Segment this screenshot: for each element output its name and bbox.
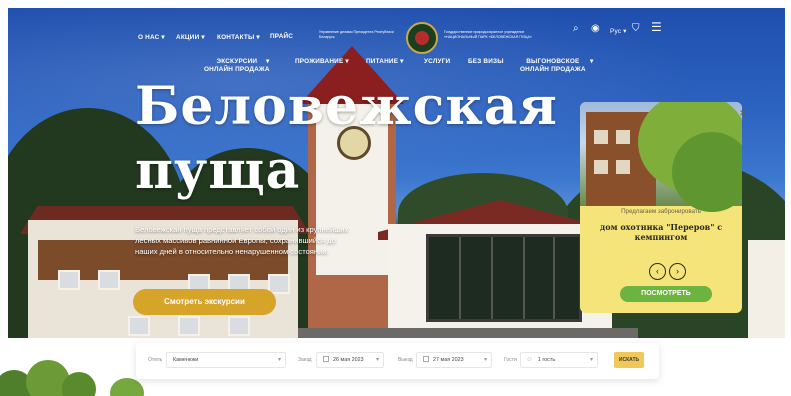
promo-image	[580, 102, 742, 212]
tree	[672, 132, 742, 212]
search-button[interactable]: ИСКАТЬ	[614, 352, 644, 368]
nav-item-price[interactable]: ПРАЙС	[270, 33, 293, 40]
park-org-text: Государственное природоохранное учрежден…	[444, 30, 532, 39]
nav-item-promotions[interactable]: АКЦИИ ▾	[176, 33, 205, 41]
foliage-decoration	[62, 372, 96, 396]
nav-main-visa-free[interactable]: БЕЗ ВИЗЫ	[468, 58, 504, 66]
nav-main-food[interactable]: ПИТАНИЕ ▾	[366, 58, 404, 66]
view-button[interactable]: ПОСМОТРЕТЬ	[620, 286, 712, 302]
hero-title-line2: пуща	[135, 140, 301, 201]
next-arrow-icon[interactable]: ›	[669, 263, 686, 280]
guests-label: Гости	[504, 357, 517, 363]
checkout-date-field[interactable]: 27 мая 2023 ▾	[416, 352, 492, 368]
window	[98, 270, 120, 290]
page: { "nav": { "top": [ {"label": "О НАС", "…	[0, 0, 791, 396]
hotel-select[interactable]: Каменюки ▾	[166, 352, 286, 368]
calendar-icon	[323, 356, 329, 362]
hero-description: Беловежская пуща представляет собой один…	[135, 225, 349, 256]
view-excursions-button[interactable]: Смотреть экскурсии	[133, 289, 276, 315]
close-icon[interactable]: ✕	[739, 108, 747, 119]
chevron-down-icon: ▾	[277, 357, 281, 363]
hotel-label: Отель	[148, 357, 163, 363]
chevron-down-icon: ▾	[375, 357, 379, 363]
foliage-decoration	[110, 378, 144, 396]
ground	[298, 328, 638, 338]
nav-item-contacts[interactable]: КОНТАКТЫ ▾	[217, 33, 260, 41]
chevron-down-icon: ▾	[483, 357, 487, 363]
right-building	[748, 240, 785, 338]
window	[178, 316, 200, 336]
nav-main-accommodation[interactable]: ПРОЖИВАНИЕ ▾	[295, 58, 349, 66]
guests-select[interactable]: ⚇ 1 гость ▾	[520, 352, 598, 368]
chevron-down-icon: ▾	[590, 58, 594, 65]
eye-icon[interactable]: ◉	[591, 24, 600, 34]
nav-main-excursions[interactable]: ЭКСКУРСИИ ОНЛАЙН ПРОДАЖА	[204, 58, 270, 74]
nav-item-about[interactable]: О НАС ▾	[138, 33, 165, 41]
promo-title: дом охотника "Переров" с кемпингом	[599, 222, 723, 242]
checkout-label: Выезд	[398, 357, 413, 363]
cart-icon[interactable]: ⛉	[632, 24, 640, 34]
search-icon[interactable]: ⌕	[573, 24, 579, 34]
nav-main-vygonovskoe[interactable]: ВЫГОНОВСКОЕ ОНЛАЙН ПРОДАЖА	[520, 58, 586, 74]
menu-icon[interactable]: ☰	[651, 21, 662, 33]
promo-label: Предлагаем забронировать	[621, 208, 701, 215]
nav-main-services[interactable]: УСЛУГИ	[424, 58, 450, 66]
checkin-label: Заезд	[298, 357, 312, 363]
checkin-date-field[interactable]: 26 мая 2023 ▾	[316, 352, 384, 368]
language-select[interactable]: Рус ▾	[610, 27, 627, 35]
park-logo[interactable]	[406, 22, 438, 54]
booking-promo-card: Предлагаем забронировать дом охотника "П…	[580, 102, 742, 313]
chevron-down-icon: ▾	[589, 357, 593, 363]
window	[58, 270, 80, 290]
admin-org-text: Управление делами Президента Республики …	[319, 30, 394, 39]
calendar-icon	[423, 356, 429, 362]
hero-title-line1: Беловежская	[135, 76, 558, 137]
booking-search-bar: Отель Каменюки ▾ Заезд 26 мая 2023 ▾ Выезд…	[136, 343, 659, 379]
person-icon: ⚇	[527, 357, 532, 363]
window	[228, 316, 250, 336]
window	[128, 316, 150, 336]
chevron-down-icon: ▾	[266, 58, 270, 65]
prev-arrow-icon[interactable]: ‹	[649, 263, 666, 280]
hall-glass-facade	[426, 234, 582, 322]
